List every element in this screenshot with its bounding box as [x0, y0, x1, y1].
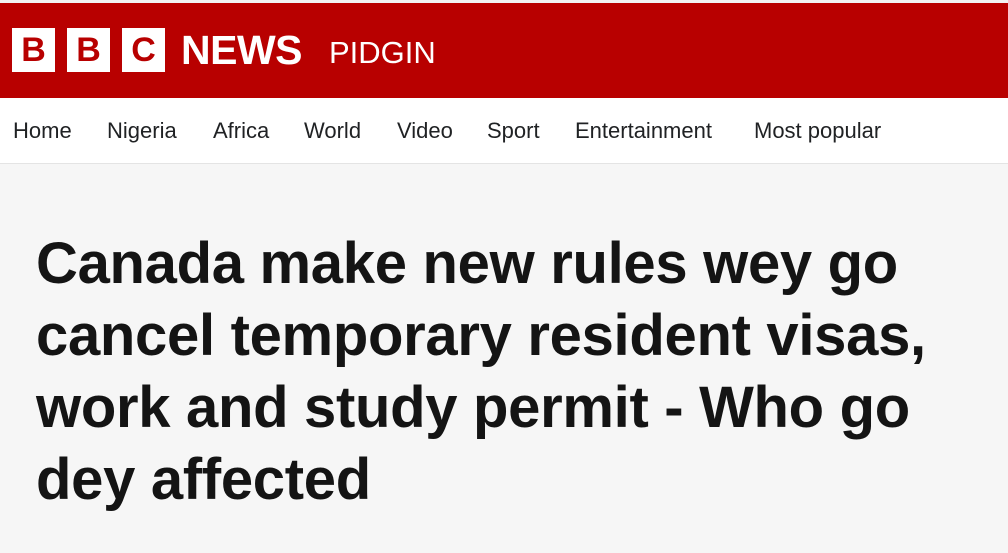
- nav-item-entertainment[interactable]: Entertainment: [575, 117, 712, 145]
- nav-item-world[interactable]: World: [304, 117, 361, 145]
- main-navigation: Home Nigeria Africa World Video Sport En…: [0, 98, 1008, 164]
- bbc-logo-letter-c[interactable]: C: [122, 28, 165, 72]
- nav-item-video[interactable]: Video: [397, 117, 453, 145]
- nav-item-africa[interactable]: Africa: [213, 117, 269, 145]
- masthead: B B C NEWS PIDGIN: [0, 0, 1008, 98]
- nav-item-sport[interactable]: Sport: [487, 117, 540, 145]
- bbc-logo-letter-b1[interactable]: B: [12, 28, 55, 72]
- nav-item-most-popular[interactable]: Most popular: [754, 117, 881, 145]
- nav-item-nigeria[interactable]: Nigeria: [107, 117, 177, 145]
- article-headline: Canada make new rules wey go cancel temp…: [36, 231, 926, 512]
- news-wordmark[interactable]: NEWS: [181, 25, 303, 75]
- pidgin-edition-label[interactable]: PIDGIN: [329, 31, 436, 75]
- nav-item-home[interactable]: Home: [13, 117, 72, 145]
- bbc-logo-letter-b2[interactable]: B: [67, 28, 110, 72]
